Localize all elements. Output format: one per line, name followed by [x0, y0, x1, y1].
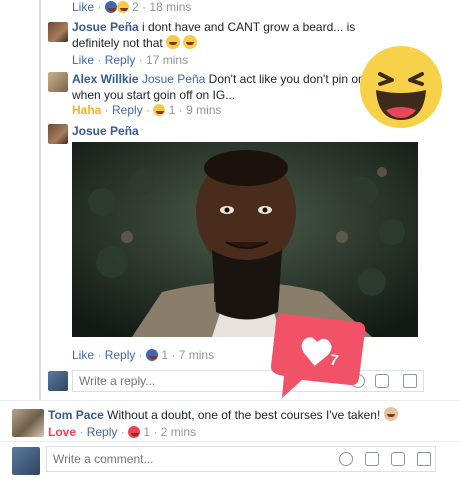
divider [0, 441, 460, 442]
reaction-count[interactable]: 1 [169, 103, 176, 117]
reaction-count[interactable]: 1 [161, 348, 168, 362]
comment-actions-0: Like · 2 · 18 mins [72, 0, 192, 14]
like-reaction-icon [104, 1, 117, 13]
comment-body: Josue Peña i dont have and CANT grow a b… [72, 19, 402, 51]
reaction-count[interactable]: 2 [132, 0, 139, 14]
avatar [12, 447, 40, 475]
comment-body: Tom Pace Without a doubt, one of the bes… [48, 407, 428, 423]
reply-button[interactable]: Reply [87, 425, 118, 439]
comment-box [46, 446, 436, 472]
timestamp[interactable]: 18 mins [149, 0, 191, 14]
divider [0, 400, 460, 401]
comment-text: Without a doubt, one of the best courses… [107, 408, 381, 422]
love-reaction-icon [128, 426, 141, 438]
timestamp[interactable]: 7 mins [179, 348, 214, 362]
like-reaction-icon [146, 349, 159, 361]
avatar[interactable] [48, 22, 68, 42]
avatar[interactable] [48, 72, 68, 92]
comment-author[interactable]: Tom Pace [48, 408, 104, 422]
avatar[interactable] [12, 409, 44, 437]
reply-button[interactable]: Reply [105, 53, 136, 67]
love-button[interactable]: Love [48, 425, 76, 439]
comment-actions-2: Haha · Reply · 1 · 9 mins [72, 103, 222, 117]
avatar [48, 371, 68, 391]
camera-icon[interactable] [365, 452, 379, 466]
reaction-count[interactable]: 1 [143, 425, 150, 439]
like-button[interactable]: Like [72, 348, 94, 362]
avatar[interactable] [48, 124, 68, 144]
comment-input[interactable] [47, 447, 327, 471]
comment-actions-3: Like · Reply · 1 · 7 mins [72, 348, 215, 362]
comment-author[interactable]: Alex Willkie [72, 72, 139, 86]
haha-button[interactable]: Haha [72, 103, 101, 117]
reply-thread-line [39, 0, 41, 400]
ok-hand-emoji-icon [383, 407, 398, 421]
like-button[interactable]: Like [72, 0, 94, 14]
comment-actions-4: Love · Reply · 1 · 2 mins [48, 425, 197, 439]
haha-reaction-icon [116, 1, 129, 13]
reply-button[interactable]: Reply [112, 103, 143, 117]
timestamp[interactable]: 17 mins [146, 53, 188, 67]
sticker-icon[interactable] [417, 452, 431, 466]
comment-body: Josue Peña [72, 123, 139, 139]
reply-box [72, 370, 424, 392]
haha-emoji-icon [360, 46, 442, 128]
comment-text-line-2: when you start goin off on IG... [72, 88, 236, 102]
comment-author[interactable]: Josue Peña [72, 124, 139, 138]
gif-icon[interactable] [391, 452, 405, 466]
grin-emoji-icon [166, 35, 181, 49]
comment-author[interactable]: Josue Peña [72, 20, 139, 34]
timestamp[interactable]: 2 mins [161, 425, 196, 439]
like-button[interactable]: Like [72, 53, 94, 67]
comment-actions-1: Like · Reply · 17 mins [72, 53, 189, 67]
reply-button[interactable]: Reply [105, 348, 136, 362]
mention-link[interactable]: Josue Peña [142, 72, 205, 86]
comment-body: Alex Willkie Josue Peña Don't act like y… [72, 71, 385, 103]
camera-icon[interactable] [375, 374, 389, 388]
timestamp[interactable]: 9 mins [186, 103, 221, 117]
notification-badge [270, 314, 366, 398]
sticker-icon[interactable] [403, 374, 417, 388]
haha-reaction-icon [153, 104, 166, 116]
emoji-icon[interactable] [339, 452, 353, 466]
moon-emoji-icon [183, 35, 198, 49]
